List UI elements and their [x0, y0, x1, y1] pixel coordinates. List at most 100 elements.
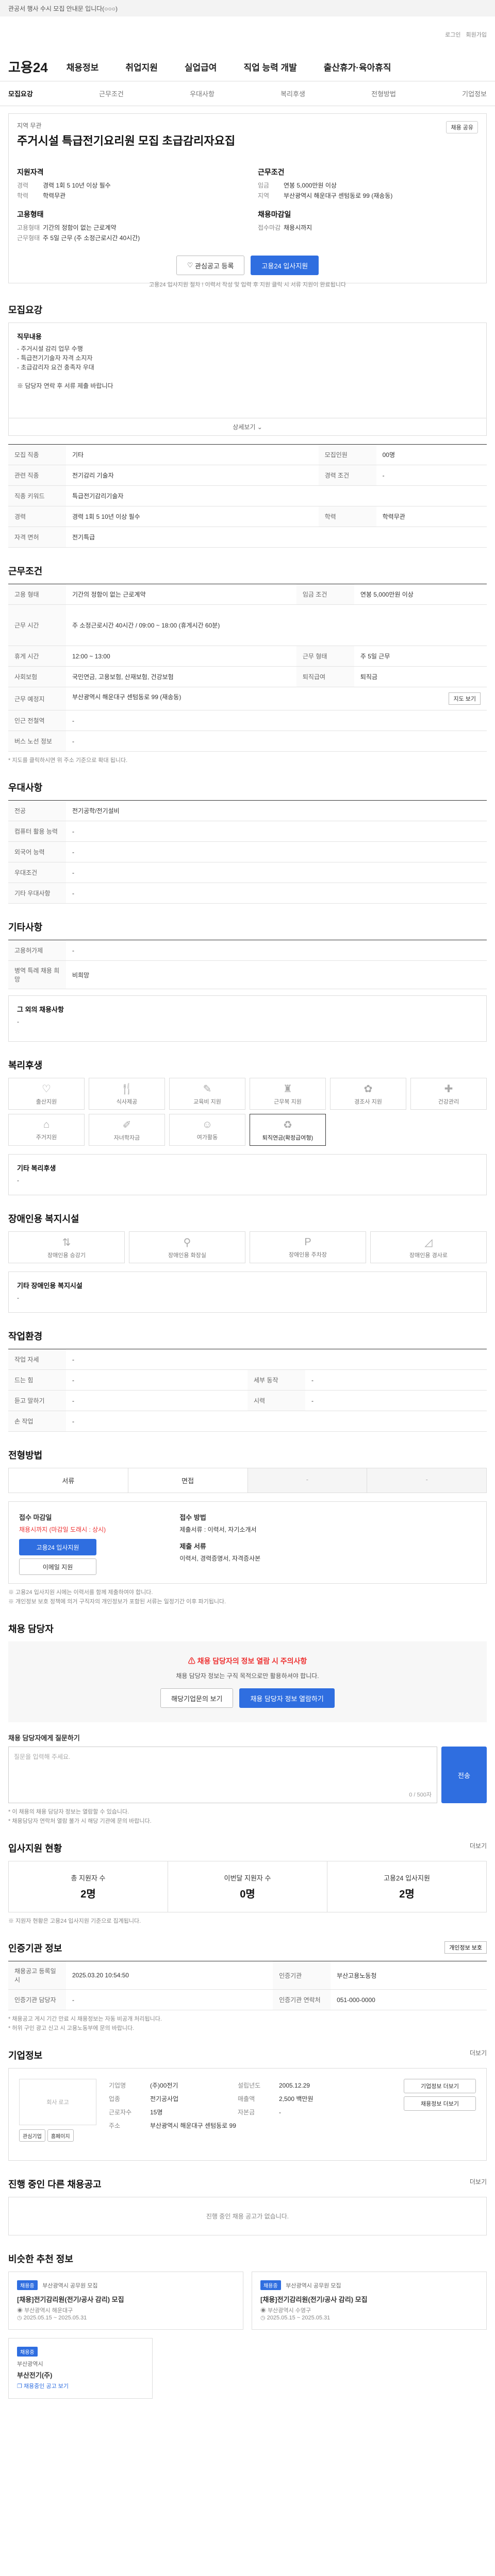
- recommend-location: ◉ 부산광역시 수영구: [260, 2308, 311, 2314]
- cell-value: 기타: [66, 444, 319, 465]
- table-row: 근무 예정지 부산광역시 해운대구 센텀동로 99 (재송동) 지도 보기: [8, 687, 487, 710]
- apply-button-2[interactable]: 고용24 입사지원: [19, 1539, 96, 1555]
- cell-value: -: [66, 1349, 487, 1370]
- contact-note: * 이 채용의 채용 담당자 정보는 열람할 수 있습니다.: [8, 1809, 129, 1815]
- status-badge: 채용중: [260, 2280, 281, 2290]
- email-apply-button[interactable]: 이메일 지원: [19, 1558, 96, 1575]
- cell-key: 고용허가제: [8, 940, 66, 961]
- info-note: * 채용공고 게시 기간 만료 시 채용정보는 자동 비공개 처리됩니다.: [8, 2016, 162, 2022]
- gnb-item-support[interactable]: 취업지원: [125, 60, 158, 73]
- table-row: 고용허가제 -: [8, 940, 487, 961]
- kv: 경력 경력 1회 5 10년 이상 필수: [17, 180, 237, 191]
- welfare-item-label: 경조사 지원: [354, 1098, 382, 1105]
- tab-preference[interactable]: 우대사항: [190, 89, 214, 98]
- contact-alert: ⚠ 채용 담당자의 정보 열람 시 주의사항 채용 담당자 정보는 구직 목적으…: [8, 1641, 487, 1722]
- company-logo-text: 회사 로고: [46, 2099, 69, 2106]
- restroom-icon: ⚲: [183, 1236, 191, 1248]
- qual-title: 지원자격: [17, 168, 44, 176]
- cell-key: 인증기관: [273, 1961, 331, 1990]
- company-section: 기업정보 더보기 회사 로고 관심기업 홈페이지 기업명 (주)00전기 설립년도 20…: [8, 2036, 487, 2165]
- company-fav-button[interactable]: 관심기업: [19, 2129, 45, 2142]
- summary-left: 지원자격 경력 경력 1회 5 10년 이상 필수 학력 학력무관 고용형태 고용형…: [17, 159, 237, 243]
- favorite-button[interactable]: ♡ 관심공고 등록: [176, 256, 245, 275]
- disabled-item: ⇅ 장애인용 승강기: [8, 1231, 125, 1263]
- cell-value: -: [66, 1411, 487, 1432]
- table-row: 경력 경력 1회 5 10년 이상 필수 학력 학력무관: [8, 506, 487, 527]
- cell-value: -: [66, 1390, 248, 1411]
- status-badge: 채용중: [17, 2347, 38, 2357]
- more-link[interactable]: 상세보기 ⌄: [9, 418, 486, 435]
- favorite-label: 관심공고 등록: [195, 262, 234, 270]
- company-info-button[interactable]: 기업정보 더보기: [404, 2079, 476, 2093]
- recommend-card[interactable]: 채용중 부산광역시 공무원 모집 [채용]전기감리원(전기/공사 감리) 모집 …: [252, 2272, 487, 2330]
- recommend-card[interactable]: 채용중 부산광역시 공무원 모집 [채용]전기감리원(전기/공사 감리) 모집 …: [8, 2272, 243, 2330]
- cell-key: 근무 시간: [8, 604, 66, 646]
- cell-key: 인증기관 담당자: [8, 1989, 66, 2010]
- recommend-location: ◉ 부산광역시 해운대구: [17, 2308, 73, 2314]
- kv-value: 채용시까지: [284, 224, 312, 231]
- gnb-item-training[interactable]: 직업 능력 개발: [243, 60, 296, 73]
- other-jobs-more[interactable]: 더보기: [470, 2177, 487, 2186]
- cell-value: 기간의 정함이 없는 근로계약: [66, 584, 296, 605]
- stat-value: 2명: [80, 1889, 96, 1900]
- table-row: 병역 특례 채용 희망 비희망: [8, 960, 487, 989]
- leisure-icon: ☺: [202, 1118, 213, 1130]
- tab-condition[interactable]: 근무조건: [99, 89, 124, 98]
- preference-title: 우대사항: [8, 783, 43, 793]
- tab-welfare[interactable]: 복리후생: [280, 89, 305, 98]
- tab-company[interactable]: 기업정보: [462, 89, 487, 98]
- logo[interactable]: 고용24: [8, 57, 48, 76]
- notice-text: 관공서 행사 수시 모집 안내문 입니다(○○○): [8, 5, 118, 12]
- job-summary: 채용 공유 지역 무관 주거시설 특급전기요리원 모집 초급감리자요집 지원자격…: [8, 113, 487, 288]
- disabled-item-label: 장애인용 경사로: [409, 1252, 448, 1259]
- tab-recruit[interactable]: 모집요강: [8, 89, 33, 98]
- share-button[interactable]: 채용 공유: [446, 121, 478, 133]
- kv-value: 15명: [150, 2109, 163, 2116]
- cell-key: 학력: [318, 506, 376, 527]
- job-desc-head: 직무내용: [17, 333, 42, 341]
- login-link[interactable]: 로그인: [445, 30, 460, 39]
- gnb-item-unemployment[interactable]: 실업급여: [185, 60, 217, 73]
- step: -: [248, 1468, 368, 1493]
- disabled-item: ⚲ 장애인용 화장실: [129, 1231, 245, 1263]
- stat-value: 2명: [399, 1889, 415, 1900]
- cell-key: 자격 면허: [8, 527, 66, 548]
- disabled-item-label: 장애인용 주차장: [289, 1251, 327, 1258]
- recommend-loc-text: 부산광역시 해운대구: [24, 2308, 73, 2314]
- info-more[interactable]: 개인정보 보호: [444, 1941, 487, 1954]
- ask-send-button[interactable]: 전송: [441, 1747, 487, 1803]
- table-row: 인증기관 담당자 - 인증기관 연락처 051-000-0000: [8, 1989, 487, 2010]
- recommend-company-card[interactable]: 채용중 부산광역시 부산전기(주) ❐ 채용중인 공고 보기: [8, 2338, 153, 2399]
- company-more[interactable]: 더보기: [470, 2048, 487, 2057]
- contact-note: * 채용담당자 연락처 열람 불가 시 해당 기관에 문의 바랍니다.: [8, 1818, 152, 1824]
- etc-title: 기타사항: [8, 922, 43, 933]
- submit-head: 제출 서류: [179, 1543, 206, 1550]
- recommend-section: 비슷한 추천 정보 채용중 부산광역시 공무원 모집 [채용]전기감리원(전기/…: [8, 2240, 487, 2403]
- kv: 지역 부산광역시 해운대구 센텀동로 99 (재송동): [258, 191, 478, 201]
- cell-key: 경력 조건: [318, 465, 376, 486]
- summary-right: 근무조건 임금 연봉 5,000만원 이상 지역 부산광역시 해운대구 센텀동로 9…: [258, 159, 478, 243]
- recommend-company-link[interactable]: ❐ 채용중인 공고 보기: [17, 2382, 144, 2390]
- company-jobs-button[interactable]: 채용정보 더보기: [404, 2096, 476, 2111]
- company-home-button[interactable]: 홈페이지: [47, 2129, 74, 2142]
- contact-view-button[interactable]: 채용 담당자 정보 열람하기: [239, 1688, 335, 1708]
- cell-value: 전기공학/전기설비: [66, 800, 487, 821]
- company-title-text: 기업정보: [8, 2050, 43, 2061]
- stat: 이번달 지원자 수 0명: [168, 1861, 327, 1912]
- apply-button[interactable]: 고용24 입사지원: [251, 256, 319, 275]
- cell-value: 퇴직금: [354, 666, 487, 687]
- table-row: 근무 시간 주 소정근로시간 40시간 / 09:00 ~ 18:00 (휴게시간…: [8, 604, 487, 646]
- gnb-item-jobs[interactable]: 채용정보: [67, 60, 99, 73]
- table-row: 모집 직종 기타 모집인원 00명: [8, 444, 487, 465]
- etc-extra-box: 그 외의 채용사항 -: [8, 995, 487, 1042]
- map-button[interactable]: 지도 보기: [449, 692, 481, 705]
- company-inquiry-button[interactable]: 해당기업문의 보기: [160, 1688, 234, 1708]
- status-more[interactable]: 더보기: [470, 1841, 487, 1850]
- ask-textarea[interactable]: 질문을 입력해 주세요. 0 / 500자: [8, 1747, 437, 1803]
- condition-note: * 지도를 클릭하시면 위 주소 기준으로 확대 됩니다.: [8, 757, 128, 764]
- join-link[interactable]: 회원가입: [466, 30, 487, 39]
- step-label: 면접: [182, 1477, 194, 1485]
- gnb-item-leave[interactable]: 출산휴가·육아휴직: [324, 60, 391, 73]
- house-icon: ⌂: [43, 1118, 50, 1130]
- tab-apply[interactable]: 전형방법: [371, 89, 396, 98]
